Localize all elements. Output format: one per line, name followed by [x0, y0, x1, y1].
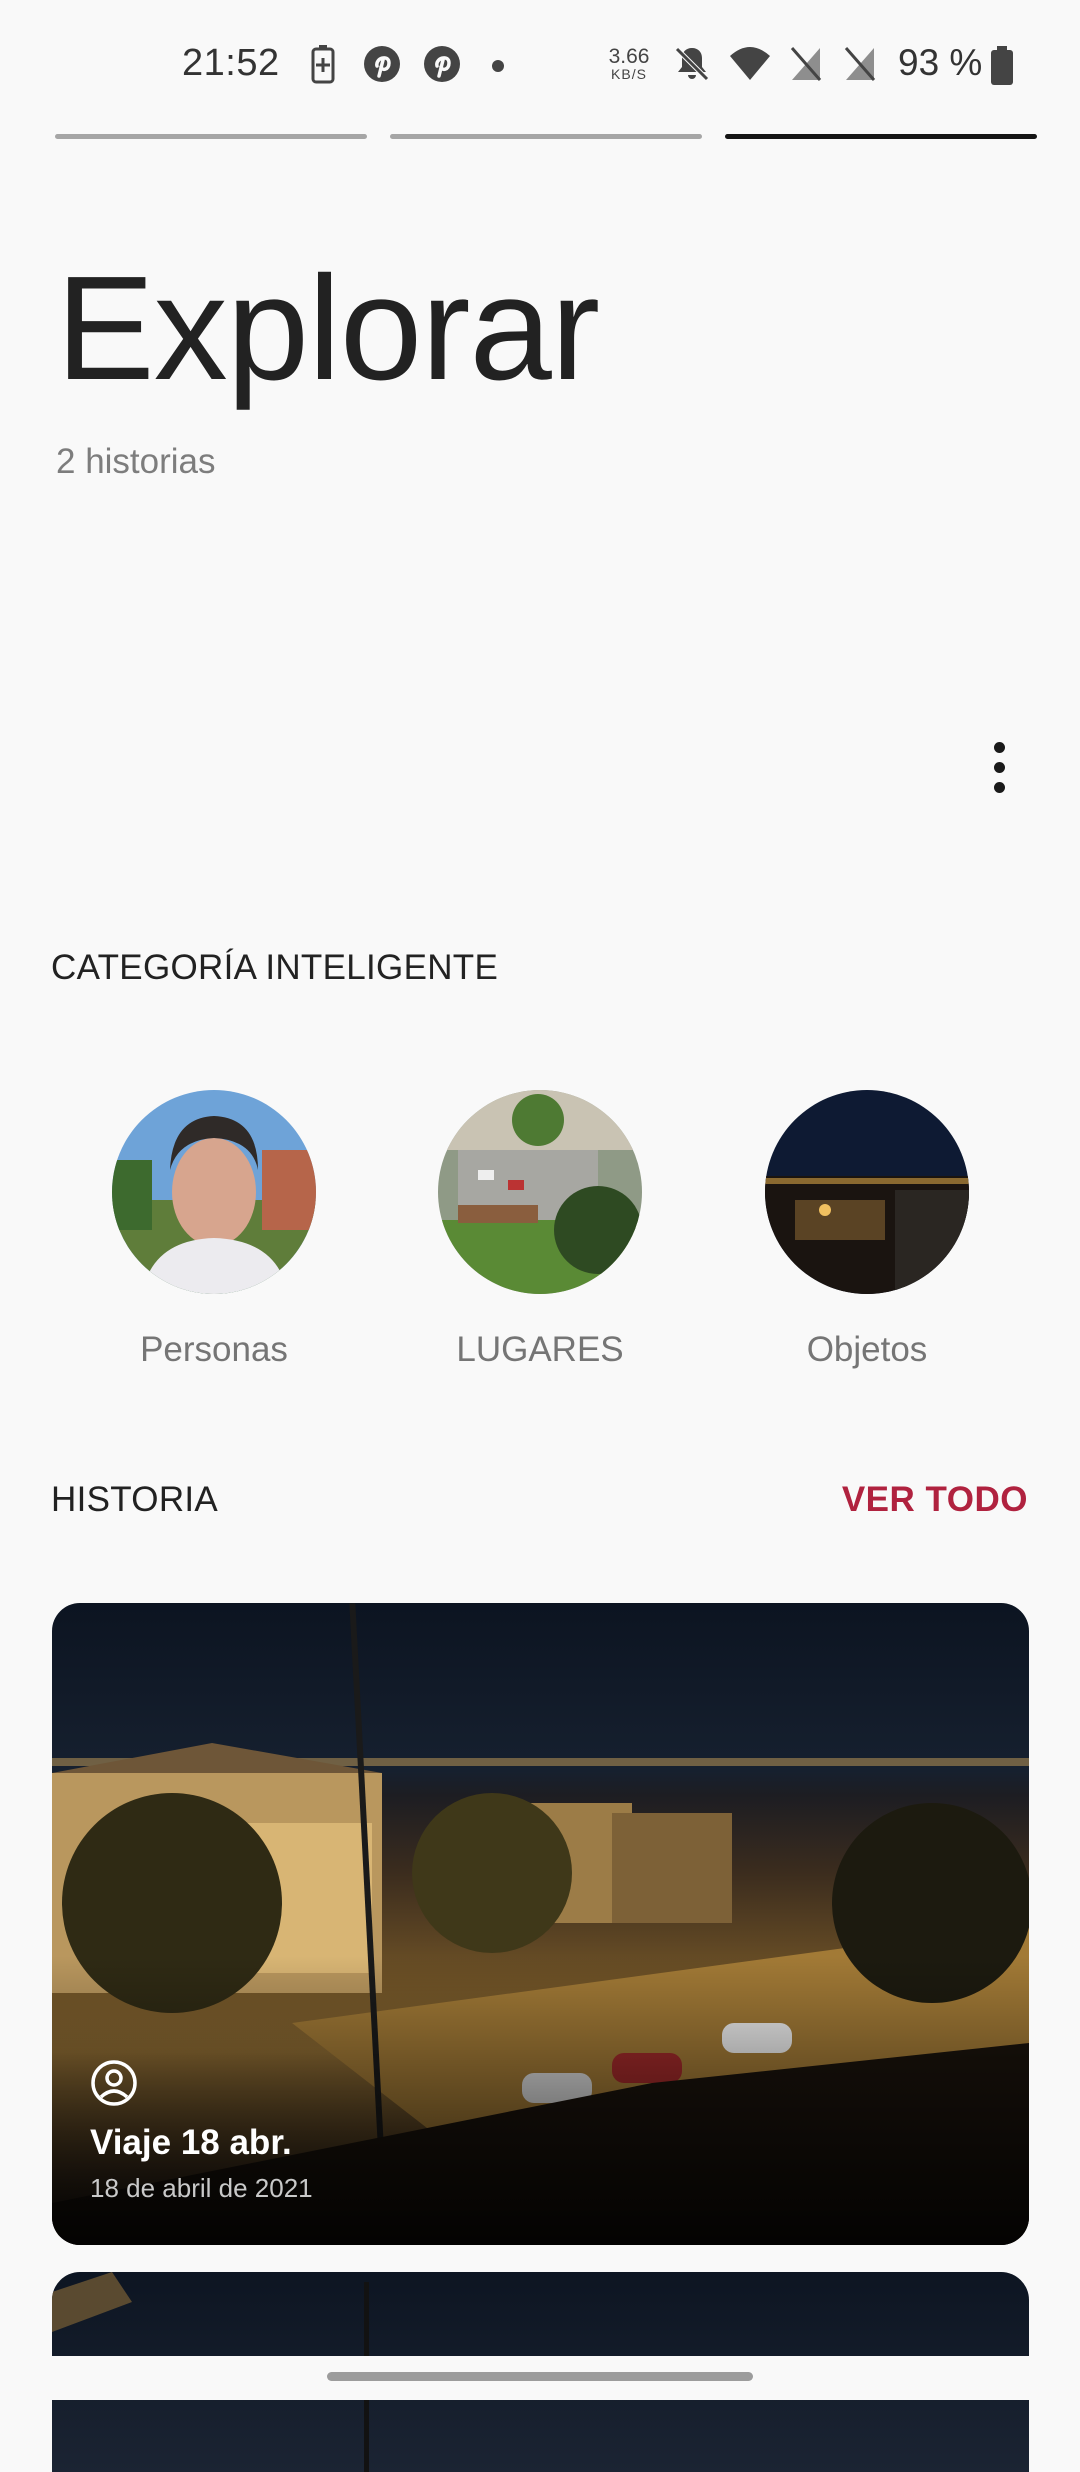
- story-progress-3: [725, 134, 1037, 139]
- category-objects-label: Objetos: [806, 1330, 928, 1369]
- network-speed-unit: KB/S: [611, 66, 647, 82]
- people-thumbnail[interactable]: [112, 1090, 316, 1294]
- pinterest-icon: [364, 46, 400, 82]
- category-places-label: LUGARES: [456, 1330, 624, 1369]
- places-thumbnail[interactable]: [438, 1090, 642, 1294]
- status-bar: 21:52 3.66 KB/S 93 %: [0, 0, 1080, 130]
- battery-saver-icon: [311, 45, 335, 84]
- dot-icon: [492, 60, 504, 72]
- story-progress-2: [390, 134, 702, 139]
- category-people-label: Personas: [140, 1330, 288, 1369]
- page-subtitle: 2 historias: [56, 442, 216, 481]
- history-card[interactable]: Viaje 18 abr. 18 de abril de 2021: [52, 1603, 1029, 2245]
- category-objects[interactable]: Objetos: [765, 1090, 969, 1369]
- battery-icon: [991, 46, 1013, 85]
- network-speed: 3.66 KB/S: [604, 46, 654, 81]
- wifi-icon: [730, 47, 770, 80]
- objects-thumbnail[interactable]: [765, 1090, 969, 1294]
- no-sim-icon: [790, 47, 822, 81]
- status-time: 21:52: [182, 42, 280, 84]
- network-speed-value: 3.66: [608, 45, 650, 68]
- history-card-date: 18 de abril de 2021: [90, 2173, 313, 2203]
- history-label: HISTORIA: [51, 1480, 219, 1519]
- history-card-title: Viaje 18 abr.: [90, 2123, 292, 2162]
- more-options-icon[interactable]: [985, 740, 1015, 796]
- gesture-handle[interactable]: [327, 2372, 753, 2381]
- story-progress-1: [55, 134, 367, 139]
- mute-icon: [675, 47, 709, 81]
- page-title: Explorar: [56, 246, 600, 411]
- battery-percent: 93 %: [898, 42, 983, 83]
- see-all-link[interactable]: VER TODO: [842, 1480, 1028, 1520]
- category-people[interactable]: Personas: [112, 1090, 316, 1369]
- no-sim-icon: [844, 47, 876, 81]
- person-icon: [91, 2060, 137, 2106]
- category-places[interactable]: LUGARES: [438, 1090, 642, 1369]
- smart-category-label: CATEGORÍA INTELIGENTE: [51, 948, 499, 987]
- pinterest-icon: [424, 46, 460, 82]
